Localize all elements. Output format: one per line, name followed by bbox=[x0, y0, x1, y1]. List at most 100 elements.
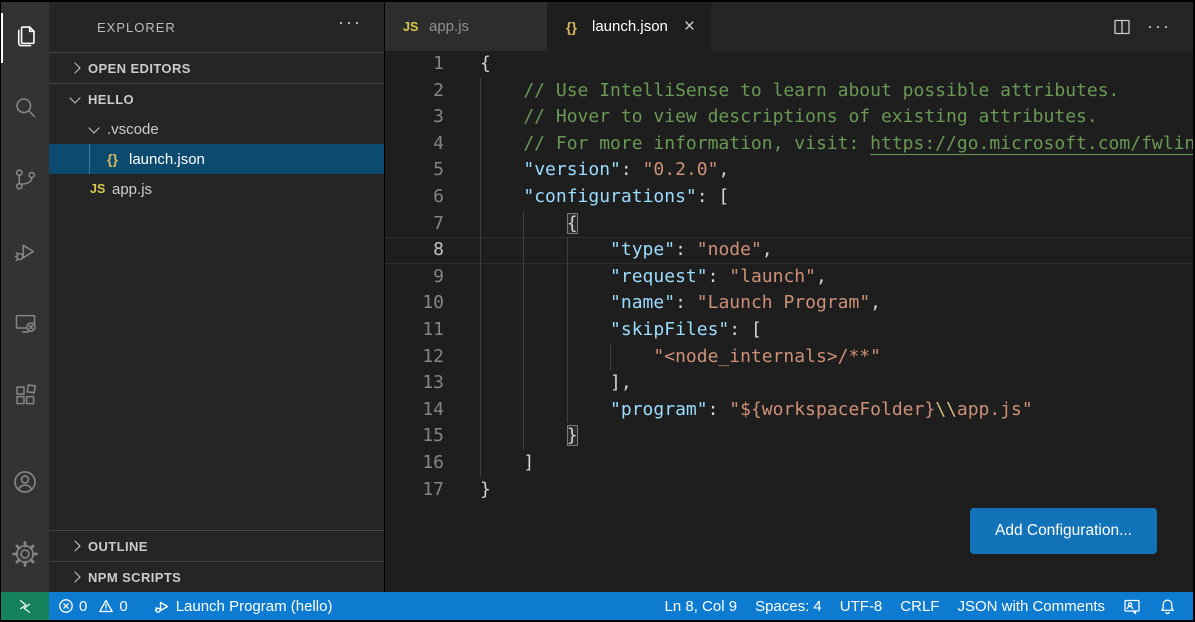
line-content: { bbox=[480, 51, 1193, 78]
line-number[interactable]: 1 bbox=[398, 51, 444, 78]
section-header-outline[interactable]: OUTLINE bbox=[49, 530, 384, 561]
status-eol-sequence[interactable]: CRLF bbox=[891, 592, 948, 620]
activity-item-search[interactable] bbox=[1, 74, 49, 146]
tree-item-launch-json[interactable]: {}launch.json bbox=[49, 144, 384, 174]
indent-guide bbox=[567, 237, 568, 264]
status-label: Spaces: 4 bbox=[755, 598, 822, 615]
close-tab-icon[interactable]: × bbox=[684, 17, 695, 36]
activity-item-settings[interactable] bbox=[1, 520, 49, 592]
status-encoding[interactable]: UTF-8 bbox=[831, 592, 892, 620]
add-configuration-button[interactable]: Add Configuration... bbox=[970, 508, 1157, 554]
line-number[interactable]: 13 bbox=[398, 370, 444, 397]
code-line-17[interactable]: 17} bbox=[385, 477, 1193, 504]
tab-launch-json[interactable]: {}launch.json× bbox=[548, 2, 711, 51]
section-header-hello[interactable]: HELLO bbox=[49, 83, 384, 114]
code-token: , bbox=[870, 292, 881, 313]
code-token bbox=[480, 239, 610, 260]
code-line-10[interactable]: 10 "name": "Launch Program", bbox=[385, 290, 1193, 317]
chevron-right-icon bbox=[69, 62, 80, 73]
extensions-icon bbox=[12, 382, 39, 414]
feedback-status[interactable] bbox=[1114, 592, 1150, 620]
explorer-more-actions-icon[interactable]: ··· bbox=[338, 12, 362, 33]
line-number[interactable]: 5 bbox=[398, 157, 444, 184]
activity-item-remote-explorer[interactable] bbox=[1, 290, 49, 362]
code-token bbox=[480, 159, 523, 180]
chevron-down-icon bbox=[88, 122, 99, 133]
line-number[interactable]: 11 bbox=[398, 317, 444, 344]
feedback-icon bbox=[1123, 597, 1141, 615]
tab-app-js[interactable]: JSapp.js bbox=[385, 2, 548, 51]
status-label: UTF-8 bbox=[840, 598, 883, 615]
section-header-npm-scripts[interactable]: NPM SCRIPTS bbox=[49, 561, 384, 592]
comment-link[interactable]: https://go.microsoft.com/fwlink bbox=[870, 133, 1193, 155]
code-token: : bbox=[621, 159, 643, 180]
code-line-14[interactable]: 14 "program": "${workspaceFolder}\\app.j… bbox=[385, 397, 1193, 424]
remote-indicator[interactable] bbox=[1, 592, 49, 620]
code-line-5[interactable]: 5 "version": "0.2.0", bbox=[385, 157, 1193, 184]
status-language-mode[interactable]: JSON with Comments bbox=[948, 592, 1114, 620]
item-label: OUTLINE bbox=[88, 539, 148, 554]
activity-item-extensions[interactable] bbox=[1, 362, 49, 434]
status-label: JSON with Comments bbox=[957, 598, 1105, 615]
activity-item-explorer[interactable] bbox=[1, 2, 49, 74]
line-number[interactable]: 2 bbox=[398, 78, 444, 105]
code-line-13[interactable]: 13 ], bbox=[385, 370, 1193, 397]
line-number[interactable]: 4 bbox=[398, 131, 444, 158]
code-line-11[interactable]: 11 "skipFiles": [ bbox=[385, 317, 1193, 344]
line-number[interactable]: 3 bbox=[398, 104, 444, 131]
debug-status[interactable]: Launch Program (hello) bbox=[145, 592, 342, 620]
indent-guide bbox=[480, 157, 481, 184]
indent-guide bbox=[567, 264, 568, 291]
code-line-4[interactable]: 4 // For more information, visit: https:… bbox=[385, 131, 1193, 158]
json-file-icon: {} bbox=[566, 19, 592, 35]
line-number[interactable]: 17 bbox=[398, 477, 444, 504]
line-number[interactable]: 12 bbox=[398, 344, 444, 371]
code-line-12[interactable]: 12 "<node_internals>/**" bbox=[385, 344, 1193, 371]
line-number[interactable]: 6 bbox=[398, 184, 444, 211]
code-line-16[interactable]: 16 ] bbox=[385, 450, 1193, 477]
code-area: 1{2 // Use IntelliSense to learn about p… bbox=[385, 51, 1193, 503]
line-number[interactable]: 16 bbox=[398, 450, 444, 477]
tree-item-app-js[interactable]: JSapp.js bbox=[49, 174, 384, 204]
activity-item-account[interactable] bbox=[1, 448, 49, 520]
tree-item--vscode[interactable]: .vscode bbox=[49, 114, 384, 144]
editor-more-actions-icon[interactable]: ··· bbox=[1147, 16, 1171, 37]
indent-guide bbox=[567, 344, 568, 371]
status-cursor-position[interactable]: Ln 8, Col 9 bbox=[656, 592, 747, 620]
source-control-icon bbox=[12, 166, 39, 198]
code-line-9[interactable]: 9 "request": "launch", bbox=[385, 264, 1193, 291]
item-label: app.js bbox=[112, 181, 152, 198]
account-icon bbox=[11, 468, 39, 501]
problems-status[interactable]: 0 0 bbox=[49, 592, 137, 620]
line-number[interactable]: 8 bbox=[398, 237, 444, 264]
code-line-3[interactable]: 3 // Hover to view descriptions of exist… bbox=[385, 104, 1193, 131]
split-editor-icon[interactable] bbox=[1113, 18, 1131, 36]
code-token: "${workspaceFolder} bbox=[729, 399, 935, 420]
main-area: EXPLORER ··· OPEN EDITORSHELLO.vscode{}l… bbox=[1, 2, 1193, 592]
line-content: "program": "${workspaceFolder}\\app.js" bbox=[480, 397, 1193, 424]
code-line-1[interactable]: 1{ bbox=[385, 51, 1193, 78]
line-number[interactable]: 9 bbox=[398, 264, 444, 291]
code-token: app.js" bbox=[957, 399, 1033, 420]
line-number[interactable]: 15 bbox=[398, 423, 444, 450]
activity-item-run-and-debug[interactable] bbox=[1, 218, 49, 290]
code-token: : bbox=[708, 399, 730, 420]
line-number[interactable]: 14 bbox=[398, 397, 444, 424]
code-line-6[interactable]: 6 "configurations": [ bbox=[385, 184, 1193, 211]
notifications-status[interactable] bbox=[1150, 592, 1185, 620]
status-indentation[interactable]: Spaces: 4 bbox=[746, 592, 831, 620]
code-token: ], bbox=[610, 372, 632, 393]
code-line-7[interactable]: 7 { bbox=[385, 211, 1193, 238]
code-line-2[interactable]: 2 // Use IntelliSense to learn about pos… bbox=[385, 78, 1193, 105]
code-token: } bbox=[567, 425, 578, 446]
code-token: "node" bbox=[697, 239, 762, 260]
code-line-8[interactable]: 8 "type": "node", bbox=[385, 237, 1193, 264]
activity-item-source-control[interactable] bbox=[1, 146, 49, 218]
section-header-open-editors[interactable]: OPEN EDITORS bbox=[49, 52, 384, 83]
line-number[interactable]: 7 bbox=[398, 211, 444, 238]
indent-guide bbox=[480, 131, 481, 158]
code-line-15[interactable]: 15 } bbox=[385, 423, 1193, 450]
json-file-icon: {} bbox=[107, 151, 129, 167]
line-number[interactable]: 10 bbox=[398, 290, 444, 317]
line-content: ], bbox=[480, 370, 1193, 397]
